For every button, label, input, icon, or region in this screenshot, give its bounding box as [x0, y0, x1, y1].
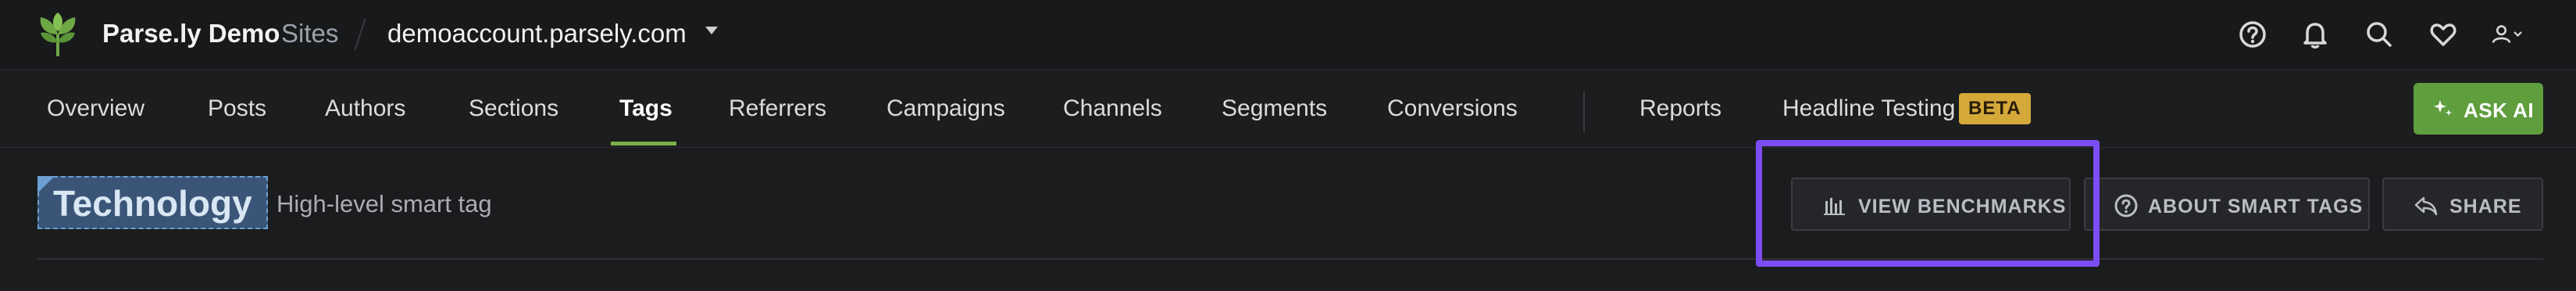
nav-posts[interactable]: Posts — [208, 95, 266, 122]
bar-chart-icon — [1824, 198, 1845, 215]
nav-segments[interactable]: Segments — [1222, 95, 1327, 122]
nav-campaigns[interactable]: Campaigns — [887, 95, 1005, 122]
sparkle-icon — [2434, 100, 2452, 116]
nav-conversions[interactable]: Conversions — [1387, 95, 1518, 122]
about-smart-tags-label: ABOUT SMART TAGS — [2148, 196, 2364, 217]
account-selector[interactable]: demoaccount.parsely.com — [387, 19, 687, 48]
parsely-logo-icon[interactable] — [34, 11, 81, 58]
ask-ai-button[interactable]: ASK AI — [2414, 83, 2543, 135]
nav-referrers[interactable]: Referrers — [729, 95, 826, 122]
beta-badge: BETA — [1959, 93, 2031, 124]
about-smart-tags-button[interactable]: ABOUT SMART TAGS — [2084, 178, 2370, 231]
heart-icon[interactable] — [2424, 16, 2462, 53]
nav-reports[interactable]: Reports — [1639, 95, 1721, 122]
help-circle-icon — [2114, 194, 2138, 217]
tag-name: Technology — [53, 183, 252, 224]
share-button[interactable]: SHARE — [2382, 178, 2543, 231]
tag-subtitle: High-level smart tag — [277, 190, 492, 217]
search-icon[interactable] — [2360, 16, 2398, 53]
view-benchmarks-button[interactable]: VIEW BENCHMARKS — [1791, 178, 2071, 231]
ask-ai-label: ASK AI — [2464, 99, 2535, 122]
nav-authors[interactable]: Authors — [325, 95, 405, 122]
header-divider — [37, 258, 2543, 260]
help-icon[interactable] — [2234, 16, 2271, 53]
breadcrumb-divider — [354, 19, 366, 50]
bell-icon[interactable] — [2296, 16, 2334, 53]
tag-title: Technology — [37, 176, 268, 229]
nav-overview[interactable]: Overview — [47, 95, 144, 122]
share-label: SHARE — [2449, 196, 2522, 217]
sites-link[interactable]: Sites — [281, 19, 338, 48]
active-tab-indicator — [611, 142, 676, 146]
nav-headline-testing[interactable]: Headline Testing — [1782, 95, 1955, 122]
top-bar: Parse.ly Demo Sites demoaccount.parsely.… — [0, 0, 2576, 70]
nav-sections[interactable]: Sections — [469, 95, 558, 122]
chevron-down-icon[interactable] — [705, 27, 718, 34]
nav-channels[interactable]: Channels — [1063, 95, 1162, 122]
nav-tags[interactable]: Tags — [619, 95, 673, 122]
nav-divider — [1583, 92, 1585, 132]
tag-corner-marker — [37, 176, 55, 193]
brand-name[interactable]: Parse.ly Demo — [102, 19, 280, 48]
user-icon[interactable] — [2489, 16, 2539, 53]
main-nav: Overview Posts Authors Sections Tags Ref… — [0, 70, 2576, 149]
share-arrow-icon — [2414, 196, 2438, 216]
page-header: Technology High-level smart tag VIEW BEN… — [0, 148, 2576, 291]
view-benchmarks-label: VIEW BENCHMARKS — [1858, 196, 2067, 217]
